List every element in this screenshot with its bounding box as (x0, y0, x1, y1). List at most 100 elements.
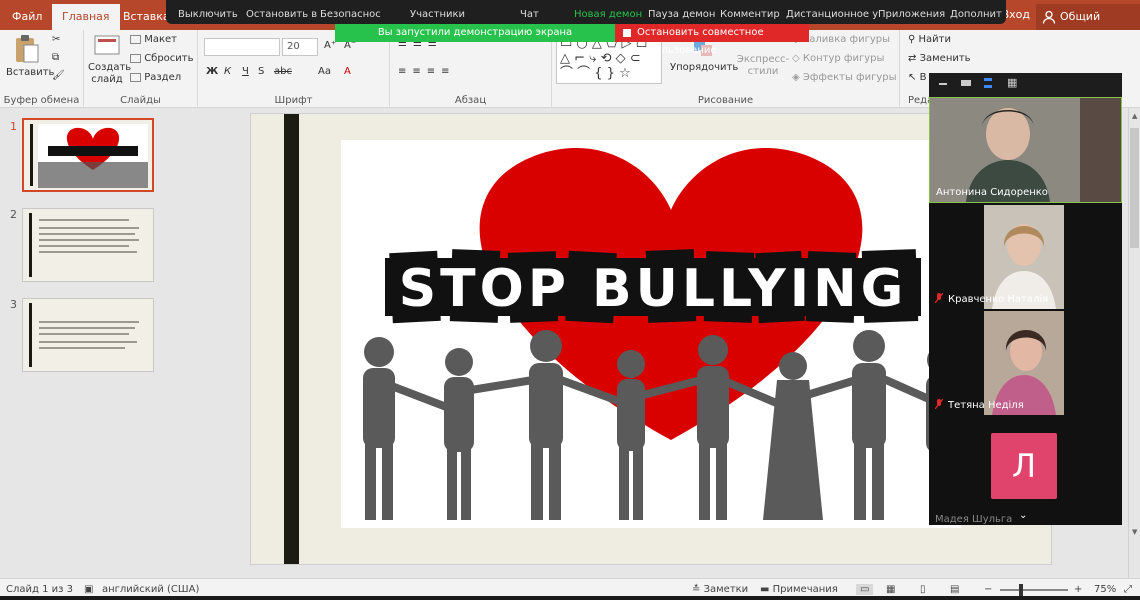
tab-home[interactable]: Главная (52, 4, 120, 30)
participant-tile[interactable]: Тетяна Неділя (929, 309, 1122, 415)
scroll-down-icon[interactable]: ▼ (1132, 528, 1137, 536)
zoom-annotate-button[interactable]: Комментир (720, 9, 780, 20)
shape-outline-button[interactable]: ◇ Контур фигуры (792, 53, 884, 64)
share-button[interactable]: Общий доступ (1036, 4, 1140, 49)
strikethrough-button[interactable]: abc (274, 66, 292, 77)
tab-file[interactable]: Файл (2, 0, 52, 30)
section-icon (130, 72, 141, 82)
paste-button[interactable]: Вставить (6, 34, 54, 78)
thumbnail-number: 2 (10, 208, 17, 221)
font-color-button[interactable]: A (344, 66, 351, 77)
align-icons[interactable]: ≡≡≡≡ (398, 66, 456, 77)
scroll-up-icon[interactable]: ▲ (1132, 112, 1137, 120)
share-notice-text: Вы запустили демонстрацию экрана (377, 27, 573, 38)
slides-thumbnail-pane: 1 2 3 (0, 108, 176, 578)
notes-label: Заметки (703, 584, 749, 595)
zoom-apps-button[interactable]: Приложения (878, 9, 945, 20)
italic-button[interactable]: К (224, 66, 231, 77)
slideshow-icon[interactable]: ▤ (950, 584, 959, 595)
new-slide-button[interactable]: Создать слайд (88, 34, 131, 86)
thumbnail-text-line (39, 239, 139, 241)
format-painter-icon[interactable]: 🖌 (52, 70, 65, 81)
underline-button[interactable]: Ч (242, 66, 249, 77)
bold-button[interactable]: Ж (206, 66, 218, 77)
thumbnail-text-line (39, 251, 137, 253)
zoom-slider[interactable] (1000, 584, 1068, 596)
shadow-button[interactable]: S (258, 66, 264, 77)
stop-share-button[interactable]: Остановить совместное использование (615, 24, 809, 56)
muted-mic-icon (935, 399, 943, 409)
person-icon (1042, 10, 1056, 24)
font-size-field[interactable]: 20 (282, 38, 318, 56)
select-button[interactable]: ↖ В (908, 72, 926, 83)
select-label: В (919, 72, 927, 83)
participant-tile[interactable]: Л Мадея Шульга ⌄ (929, 415, 1122, 525)
reset-button[interactable]: Сбросить (130, 53, 194, 64)
font-name-field[interactable] (204, 38, 280, 56)
reading-view-icon[interactable]: ▯ (920, 584, 926, 595)
participant-tile[interactable]: Антонина Сидоренко (929, 97, 1122, 203)
find-button[interactable]: ⚲ Найти (908, 34, 951, 45)
slide-thumbnail-2[interactable] (22, 208, 154, 282)
section-button[interactable]: Раздел (130, 72, 181, 83)
clipboard-icon (16, 35, 39, 63)
zoom-chat-button[interactable]: Чат (520, 9, 539, 20)
zoom-security-button[interactable]: Безопаснос (320, 9, 381, 20)
zoom-mute-button[interactable]: Выключить (178, 9, 238, 20)
layout-button[interactable]: Макет (130, 34, 177, 45)
comments-label: Примечания (772, 584, 838, 595)
zoom-remote-control-button[interactable]: Дистанционное у (786, 9, 878, 20)
shape-fill-label: Заливка фигуры (802, 34, 891, 45)
muted-mic-icon (935, 293, 943, 303)
spellcheck-icon[interactable]: ▣ (84, 584, 93, 595)
change-case-button[interactable]: Aa (318, 66, 331, 77)
slide-sorter-icon[interactable]: ▦ (886, 584, 895, 595)
notes-button[interactable]: ≛ Заметки (692, 584, 748, 595)
group-paragraph-label: Абзац (454, 95, 487, 106)
zoom-pause-share-button[interactable]: Пауза демон (648, 9, 715, 20)
speaker-view-icon[interactable] (961, 80, 971, 86)
thumbnail-bar (29, 303, 32, 367)
fit-slide-icon[interactable]: ⤢ (1124, 584, 1132, 595)
comments-button[interactable]: ▬ Примечания (760, 584, 838, 595)
zoom-stop-video-button[interactable]: Остановить в (246, 9, 317, 20)
shape-effects-label: Эффекты фигуры (802, 72, 897, 83)
zoom-more-button[interactable]: Дополнит (950, 9, 1002, 20)
strip-view-icon[interactable] (984, 78, 992, 88)
zoom-participants-button[interactable]: Участники (410, 9, 465, 20)
thumbnail-number: 3 (10, 298, 17, 311)
slide-thumbnail-3[interactable] (22, 298, 154, 372)
participant-name: Мадея Шульга (935, 514, 1013, 525)
cut-icon[interactable]: ✂ (52, 34, 60, 45)
copy-icon[interactable]: ⧉ (52, 52, 59, 63)
thumbnail-number: 1 (10, 120, 17, 133)
shape-effects-button[interactable]: ◈ Эффекты фигуры (792, 72, 897, 83)
language-indicator[interactable]: английский (США) (102, 584, 199, 595)
zoom-level[interactable]: 75% (1094, 584, 1116, 595)
zoom-slider-knob[interactable] (1019, 584, 1023, 596)
shape-outline-label: Контур фигуры (802, 53, 885, 64)
thumbnail-bar (30, 124, 33, 186)
grid-view-icon[interactable]: ▦ (1007, 77, 1017, 88)
participant-tile[interactable]: Кравченко Наталія (929, 203, 1122, 309)
zoom-in-icon[interactable]: + (1074, 584, 1082, 595)
slide-thumbnail-1[interactable] (22, 118, 154, 192)
zoom-new-share-button[interactable]: Новая демон (574, 9, 642, 20)
slide-counter: Слайд 1 из 3 (6, 584, 73, 595)
quick-styles-button[interactable]: Экспресс-стили (736, 54, 790, 78)
layout-label: Макет (144, 34, 177, 45)
new-slide-icon (94, 35, 120, 55)
scroll-thumb[interactable] (1130, 128, 1139, 248)
vertical-scrollbar[interactable]: ▲ ▼ (1128, 108, 1140, 578)
thumbnail-text-line (39, 341, 137, 343)
participants-toolbar: ▦ (929, 73, 1122, 97)
chevron-down-icon[interactable]: ⌄ (1019, 510, 1027, 521)
minimize-icon[interactable] (939, 83, 947, 85)
replace-button[interactable]: ⇄ Заменить (908, 53, 971, 64)
zoom-out-icon[interactable]: − (984, 584, 992, 595)
thumbnail-bar (29, 213, 32, 277)
reset-label: Сбросить (144, 53, 194, 64)
stop-bullying-picture[interactable]: STOP BULLYING (341, 140, 961, 528)
normal-view-icon[interactable]: ▭ (856, 584, 874, 595)
search-icon: ⚲ (908, 34, 916, 45)
